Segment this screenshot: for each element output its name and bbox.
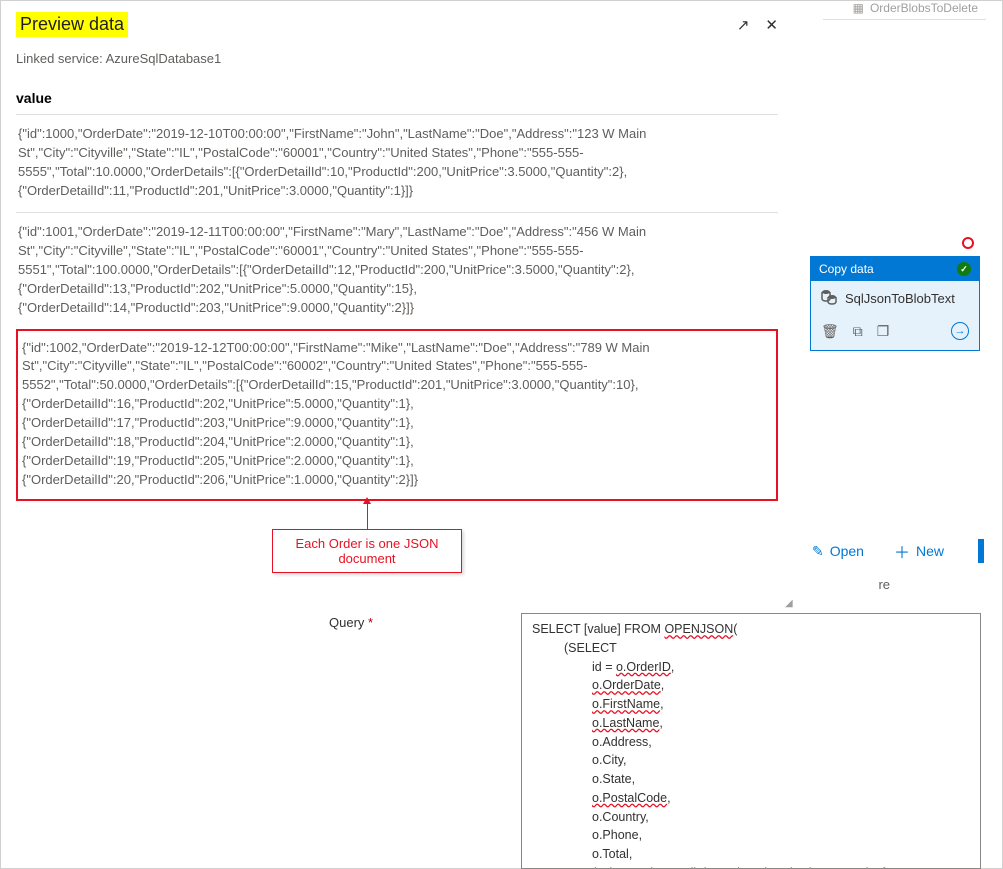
column-header-value: value bbox=[16, 90, 778, 114]
modal-title: Preview data bbox=[16, 12, 128, 37]
linked-service-label: Linked service: AzureSqlDatabase1 bbox=[16, 51, 778, 66]
active-tab-indicator bbox=[978, 539, 984, 563]
copy-icon[interactable]: ⧉ bbox=[853, 323, 863, 340]
status-error-indicator-icon bbox=[962, 237, 974, 249]
grid-icon: ▦ bbox=[853, 1, 864, 15]
activity-body: SqlJsonToBlobText bbox=[811, 281, 979, 316]
dataset-toolbar: ✎ Open ＋ New bbox=[812, 539, 984, 563]
modal-controls: ↗ ✕ bbox=[737, 16, 778, 34]
query-label: Query * bbox=[329, 615, 373, 630]
table-row: {"id":1001,"OrderDate":"2019-12-11T00:00… bbox=[16, 212, 778, 329]
open-button[interactable]: ✎ Open bbox=[812, 543, 864, 560]
query-textarea[interactable]: SELECT [value] FROM OPENJSON((SELECTid =… bbox=[521, 613, 981, 869]
activity-toolbar: 🗑 ⧉ ❐ → bbox=[811, 316, 979, 350]
database-copy-icon bbox=[821, 289, 837, 308]
expand-icon[interactable]: ↗ bbox=[737, 16, 750, 34]
close-icon[interactable]: ✕ bbox=[765, 16, 778, 34]
check-icon: ✓ bbox=[957, 262, 971, 276]
query-label-text: Query bbox=[329, 615, 364, 630]
preview-data-modal: Preview data ↗ ✕ Linked service: AzureSq… bbox=[2, 2, 792, 596]
top-activity-fragment: ▦ OrderBlobsToDelete bbox=[823, 0, 986, 20]
activity-header-label: Copy data bbox=[819, 262, 874, 276]
callout-text: Each Order is one JSON document bbox=[272, 529, 462, 573]
delete-icon[interactable]: 🗑 bbox=[821, 323, 839, 340]
activity-name-label: SqlJsonToBlobText bbox=[845, 291, 955, 306]
clone-icon[interactable]: ❐ bbox=[877, 323, 890, 340]
resize-handle-icon[interactable]: ◢ bbox=[785, 598, 795, 608]
pencil-icon: ✎ bbox=[812, 543, 824, 560]
new-button[interactable]: ＋ New bbox=[894, 539, 944, 563]
text-fragment: re bbox=[878, 577, 890, 592]
open-label: Open bbox=[830, 543, 864, 559]
copy-data-activity-card[interactable]: Copy data ✓ SqlJsonToBlobText 🗑 ⧉ ❐ → bbox=[810, 256, 980, 351]
plus-icon: ＋ bbox=[894, 539, 910, 563]
top-activity-label: OrderBlobsToDelete bbox=[870, 1, 978, 15]
modal-header: Preview data ↗ ✕ bbox=[16, 12, 778, 37]
table-row-highlighted: {"id":1002,"OrderDate":"2019-12-12T00:00… bbox=[16, 329, 778, 502]
run-icon[interactable]: → bbox=[951, 322, 969, 340]
new-label: New bbox=[916, 543, 944, 559]
query-section: Query * SELECT [value] FROM OPENJSON((SE… bbox=[329, 615, 989, 865]
table-row: {"id":1000,"OrderDate":"2019-12-10T00:00… bbox=[16, 114, 778, 212]
activity-header: Copy data ✓ bbox=[811, 257, 979, 281]
